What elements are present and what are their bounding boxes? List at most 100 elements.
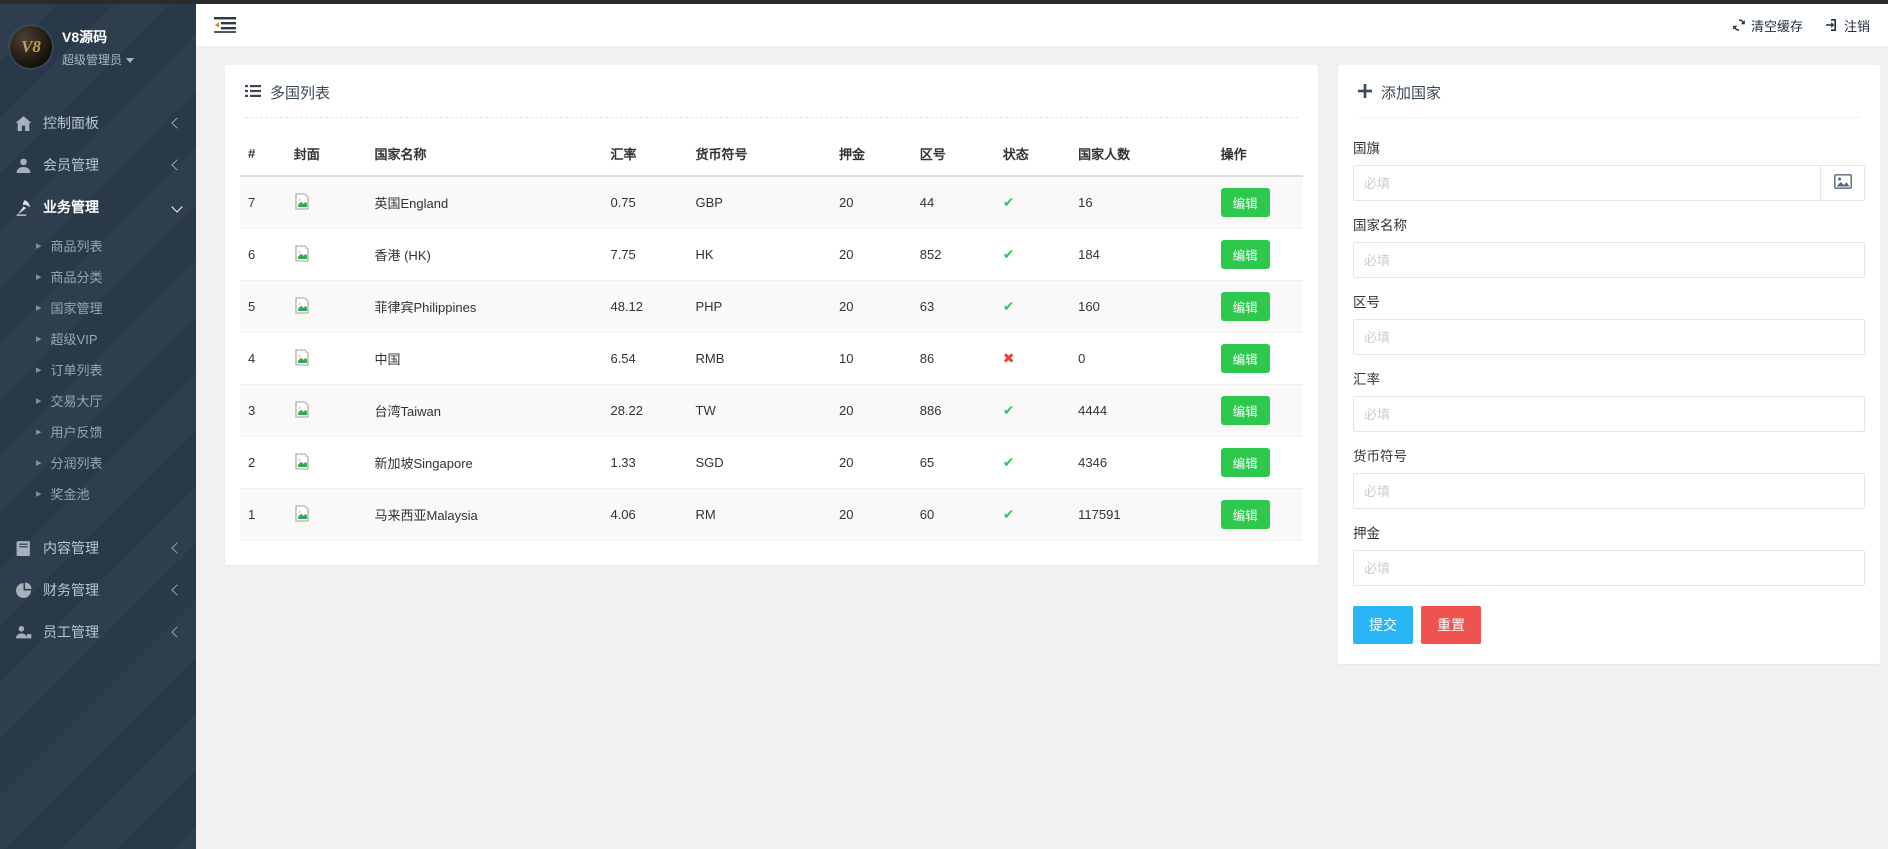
cell-population: 4444 <box>1070 385 1212 437</box>
cell-area-code: 60 <box>912 489 995 541</box>
sidebar-item-dashboard[interactable]: 控制面板 <box>0 102 196 144</box>
submenu-item-product-category[interactable]: ▸商品分类 <box>0 261 196 292</box>
edit-button[interactable]: 编辑 <box>1221 344 1270 373</box>
cell-status: ✔ <box>995 489 1070 541</box>
topbar: 清空缓存 注销 <box>196 4 1888 46</box>
cell-deposit: 20 <box>831 385 912 437</box>
brand[interactable]: V8 V8源码 超级管理员 <box>0 4 196 88</box>
broken-image-icon <box>294 297 310 317</box>
edit-button[interactable]: 编辑 <box>1221 448 1270 477</box>
col-currency: 货币符号 <box>688 132 832 176</box>
cell-cover <box>286 489 367 541</box>
chevron-left-icon <box>171 626 182 637</box>
currency-label: 货币符号 <box>1353 445 1865 465</box>
col-area-code: 区号 <box>912 132 995 176</box>
cell-deposit: 20 <box>831 229 912 281</box>
country-name-input[interactable] <box>1353 242 1865 278</box>
sidebar-item-content[interactable]: 内容管理 <box>0 527 196 569</box>
sidebar-nav: 控制面板 会员管理 业务管理 ▸商品列表 ▸商品分类 ▸国家 <box>0 102 196 653</box>
cell-country-name: 新加坡Singapore <box>366 437 602 489</box>
cell-area-code: 86 <box>912 333 995 385</box>
caret-right-icon: ▸ <box>36 301 42 314</box>
cell-country-name: 英国England <box>366 176 602 229</box>
cell-currency: RMB <box>688 333 832 385</box>
refresh-icon <box>1732 18 1746 32</box>
cell-country-name: 中国 <box>366 333 602 385</box>
cell-population: 16 <box>1070 176 1212 229</box>
caret-right-icon: ▸ <box>36 394 42 407</box>
cell-country-name: 马来西亚Malaysia <box>366 489 602 541</box>
cell-rate: 4.06 <box>602 489 687 541</box>
flag-input[interactable] <box>1353 165 1821 201</box>
status-on-icon: ✔ <box>1003 402 1015 418</box>
submenu-item-country-management[interactable]: ▸国家管理 <box>0 292 196 323</box>
col-population: 国家人数 <box>1070 132 1212 176</box>
currency-input[interactable] <box>1353 473 1865 509</box>
sidebar-item-staff[interactable]: 员工管理 <box>0 611 196 653</box>
sidebar-toggle-icon[interactable] <box>214 16 236 34</box>
edit-button[interactable]: 编辑 <box>1221 500 1270 529</box>
submenu-item-user-feedback[interactable]: ▸用户反馈 <box>0 416 196 447</box>
cell-area-code: 852 <box>912 229 995 281</box>
upload-image-button[interactable] <box>1821 165 1865 201</box>
cell-cover <box>286 333 367 385</box>
cell-rate: 48.12 <box>602 281 687 333</box>
cell-id: 5 <box>240 281 286 333</box>
status-on-icon: ✔ <box>1003 506 1015 522</box>
broken-image-icon <box>294 245 310 265</box>
status-on-icon: ✔ <box>1003 246 1015 262</box>
table-row: 2新加坡Singapore1.33SGD2065✔4346编辑 <box>240 437 1303 489</box>
panel-title: 多国列表 <box>270 82 330 103</box>
cell-currency: PHP <box>688 281 832 333</box>
logout-button[interactable]: 注销 <box>1825 16 1870 35</box>
broken-image-icon <box>294 193 310 213</box>
submenu-item-order-list[interactable]: ▸订单列表 <box>0 354 196 385</box>
member-icon <box>15 157 32 174</box>
cell-cover <box>286 385 367 437</box>
brand-subtitle[interactable]: 超级管理员 <box>62 51 134 68</box>
sidebar-item-finance[interactable]: 财务管理 <box>0 569 196 611</box>
cell-currency: SGD <box>688 437 832 489</box>
logout-icon <box>1825 18 1839 32</box>
sidebar-item-business[interactable]: 业务管理 <box>0 186 196 228</box>
chevron-left-icon <box>171 117 182 128</box>
table-row: 1马来西亚Malaysia4.06RM2060✔117591编辑 <box>240 489 1303 541</box>
submenu-item-trade-hall[interactable]: ▸交易大厅 <box>0 385 196 416</box>
cell-rate: 0.75 <box>602 176 687 229</box>
table-header-row: # 封面 国家名称 汇率 货币符号 押金 区号 状态 国家人数 操作 <box>240 132 1303 176</box>
area-code-input[interactable] <box>1353 319 1865 355</box>
submenu-item-profit-list[interactable]: ▸分润列表 <box>0 447 196 478</box>
cell-area-code: 63 <box>912 281 995 333</box>
cell-population: 160 <box>1070 281 1212 333</box>
cell-country-name: 香港 (HK) <box>366 229 602 281</box>
cell-cover <box>286 281 367 333</box>
table-row: 6香港 (HK)7.75HK20852✔184编辑 <box>240 229 1303 281</box>
clear-cache-button[interactable]: 清空缓存 <box>1732 16 1803 35</box>
submenu-item-super-vip[interactable]: ▸超级VIP <box>0 323 196 354</box>
cell-rate: 6.54 <box>602 333 687 385</box>
cell-population: 0 <box>1070 333 1212 385</box>
sidebar-item-members[interactable]: 会员管理 <box>0 144 196 186</box>
status-off-icon: ✖ <box>1003 350 1015 366</box>
edit-button[interactable]: 编辑 <box>1221 292 1270 321</box>
cell-id: 1 <box>240 489 286 541</box>
caret-right-icon: ▸ <box>36 270 42 283</box>
deposit-input[interactable] <box>1353 550 1865 586</box>
edit-button[interactable]: 编辑 <box>1221 396 1270 425</box>
edit-button[interactable]: 编辑 <box>1221 240 1270 269</box>
pen-icon <box>15 199 32 216</box>
submit-button[interactable]: 提交 <box>1353 606 1413 644</box>
rate-input[interactable] <box>1353 396 1865 432</box>
submenu-item-product-list[interactable]: ▸商品列表 <box>0 230 196 261</box>
cell-actions: 编辑 <box>1213 489 1303 541</box>
pie-chart-icon <box>15 582 32 599</box>
reset-button[interactable]: 重置 <box>1421 606 1481 644</box>
v8-logo: V8 <box>10 26 52 68</box>
edit-button[interactable]: 编辑 <box>1221 188 1270 217</box>
cell-actions: 编辑 <box>1213 229 1303 281</box>
add-country-form: 国旗 国家名称 <box>1338 118 1880 664</box>
cell-currency: TW <box>688 385 832 437</box>
cell-actions: 编辑 <box>1213 281 1303 333</box>
caret-right-icon: ▸ <box>36 425 42 438</box>
submenu-item-bonus-pool[interactable]: ▸奖金池 <box>0 478 196 509</box>
